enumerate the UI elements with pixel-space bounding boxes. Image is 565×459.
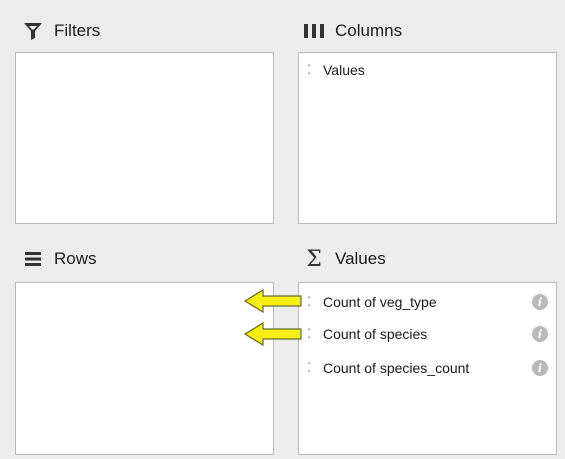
filters-header: Filters <box>22 16 100 46</box>
yellow-arrow-left <box>243 288 302 314</box>
rows-icon <box>22 248 44 270</box>
filters-title: Filters <box>54 21 101 40</box>
field-label: Count of species_count <box>323 360 470 376</box>
sigma-icon: Σ <box>306 246 322 272</box>
columns-drop-area[interactable]: ⁚ Values <box>298 52 557 224</box>
drag-handle-icon[interactable]: ⁚ <box>307 62 321 78</box>
values-field-count-species[interactable]: ⁚ Count of species i <box>307 323 548 345</box>
field-label: Values <box>323 62 365 78</box>
values-header: Σ Values <box>303 244 386 274</box>
values-title: Values <box>335 249 386 268</box>
arrow-shape <box>243 321 302 347</box>
values-field-count-veg-type[interactable]: ⁚ Count of veg_type i <box>307 291 548 313</box>
arrow-shape <box>243 288 302 314</box>
info-icon[interactable]: i <box>532 360 548 376</box>
field-label: Count of veg_type <box>323 294 437 310</box>
columns-title: Columns <box>335 21 403 40</box>
columns-header: Columns <box>303 16 402 46</box>
rows-title: Rows <box>54 249 97 268</box>
info-icon[interactable]: i <box>532 326 548 342</box>
yellow-arrow-left <box>243 321 302 347</box>
values-field-count-species-count[interactable]: ⁚ Count of species_count i <box>307 357 548 379</box>
drag-handle-icon[interactable]: ⁚ <box>307 294 321 310</box>
filters-drop-area[interactable] <box>15 52 274 224</box>
columns-field-values[interactable]: ⁚ Values <box>307 59 548 81</box>
rows-drop-area[interactable] <box>15 282 274 455</box>
drag-handle-icon[interactable]: ⁚ <box>307 360 321 376</box>
drag-handle-icon[interactable]: ⁚ <box>307 326 321 342</box>
rows-header: Rows <box>22 244 97 274</box>
field-label: Count of species <box>323 326 428 342</box>
info-icon[interactable]: i <box>532 294 548 310</box>
values-drop-area[interactable]: ⁚ Count of veg_type i ⁚ Count of species… <box>298 282 557 455</box>
columns-icon <box>303 20 325 42</box>
funnel-icon <box>22 20 44 42</box>
